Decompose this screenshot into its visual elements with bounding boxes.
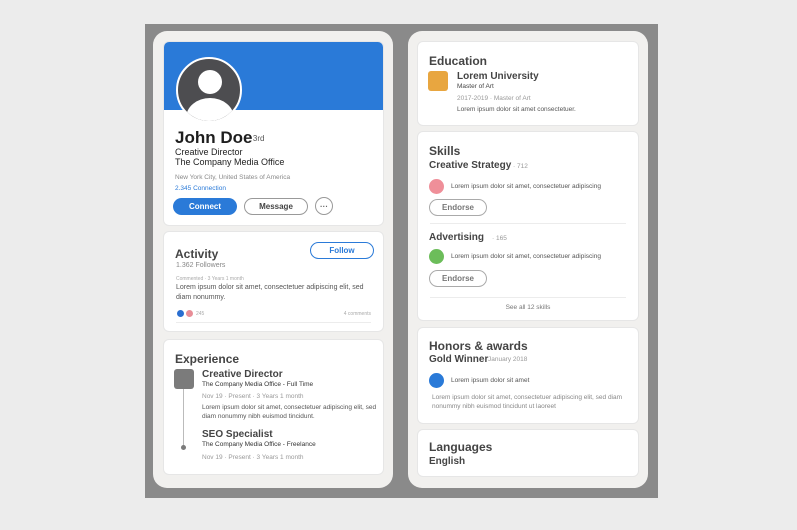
profile-location: New York City, United States of America <box>175 174 291 181</box>
follow-button[interactable]: Follow <box>310 242 374 259</box>
left-panel: John Doe · 3rd Creative Director The Com… <box>153 31 393 488</box>
job-title[interactable]: SEO Specialist <box>202 429 273 440</box>
skill-count: · 165 <box>492 235 507 242</box>
timeline-line <box>183 389 184 447</box>
experience-card: Experience Creative Director The Company… <box>163 339 384 475</box>
degree-name: Master of Art <box>457 83 494 90</box>
skill-name: Advertising <box>429 232 485 243</box>
skills-heading: Skills <box>429 144 461 158</box>
message-button[interactable]: Message <box>244 198 308 215</box>
comments-link[interactable]: 4 comments <box>344 311 371 317</box>
education-years: 2017-2019 · Master of Art <box>457 95 531 102</box>
school-name[interactable]: Lorem University <box>457 71 539 82</box>
profile-company: The Company Media Office <box>175 157 285 167</box>
skill-description: Lorem ipsum dolor sit amet, consectetuer… <box>451 253 601 260</box>
divider <box>430 297 626 298</box>
education-heading: Education <box>429 54 488 68</box>
school-logo-icon <box>428 71 448 91</box>
skill-description: Lorem ipsum dolor sit amet, consectetuer… <box>451 183 601 190</box>
avatar[interactable] <box>176 57 242 123</box>
endorse-button[interactable]: Endorse <box>429 199 487 216</box>
endorse-button[interactable]: Endorse <box>429 270 487 287</box>
avatar-body-icon <box>186 98 234 121</box>
activity-card: Activity 1.362 Followers Follow Commente… <box>163 231 384 332</box>
followers-count: 1.362 Followers <box>176 262 226 269</box>
job-date: Nov 19 · Present · 3 Years 1 month <box>202 454 304 461</box>
see-all-skills-link[interactable]: See all 12 skills <box>418 304 638 311</box>
more-options-button[interactable]: ··· <box>315 197 333 215</box>
award-issuer-icon <box>429 373 444 388</box>
love-reaction-icon <box>186 310 193 317</box>
profile-title: Creative Director <box>175 147 243 157</box>
right-panel: Education Lorem University Master of Art… <box>408 31 648 488</box>
timeline-dot-icon <box>181 445 186 450</box>
skill-name: Creative Strategy <box>429 160 512 171</box>
award-description: Lorem ipsum dolor sit amet, consectetuer… <box>432 394 623 410</box>
activity-meta: Commented · 3 Years 1 month <box>176 276 244 282</box>
education-card: Education Lorem University Master of Art… <box>417 41 639 126</box>
avatar-head-icon <box>198 70 222 94</box>
honors-heading: Honors & awards <box>429 339 528 353</box>
activity-heading: Activity <box>175 247 219 261</box>
connections-link[interactable]: 2.345 Connection <box>175 185 226 192</box>
like-reaction-icon <box>177 310 184 317</box>
skill-endorser-avatar-icon <box>429 179 444 194</box>
job-date: Nov 19 · Present · 3 Years 1 month <box>202 393 304 400</box>
award-issuer: Lorem ipsum dolor sit amet <box>451 377 530 384</box>
job-title[interactable]: Creative Director <box>202 369 283 380</box>
award-date: · January 2018 <box>484 356 528 363</box>
divider <box>430 223 626 224</box>
divider <box>176 322 371 323</box>
education-description: Lorem ipsum dolor sit amet consectetuer. <box>457 106 576 113</box>
award-name: Gold Winner <box>429 354 489 365</box>
skills-card: Skills Creative Strategy · 712 Lorem ips… <box>417 131 639 321</box>
profile-name: John Doe <box>175 128 253 147</box>
languages-heading: Languages <box>429 440 493 454</box>
activity-text[interactable]: Lorem ipsum dolor sit amet, consectetuer… <box>176 283 366 303</box>
company-logo-icon <box>174 369 194 389</box>
connection-degree: · 3rd <box>248 134 265 143</box>
honors-card: Honors & awards Gold Winner · January 20… <box>417 327 639 424</box>
connect-button[interactable]: Connect <box>173 198 237 215</box>
experience-heading: Experience <box>175 352 240 366</box>
profile-card: John Doe · 3rd Creative Director The Com… <box>163 41 384 226</box>
reaction-count[interactable]: 245 <box>196 311 204 317</box>
languages-card: Languages English <box>417 429 639 477</box>
job-company: The Company Media Office - Full Time <box>202 381 314 388</box>
language-item: English <box>429 456 466 467</box>
job-company: The Company Media Office - Freelance <box>202 441 316 448</box>
job-description: Lorem ipsum dolor sit amet, consectetuer… <box>202 404 377 420</box>
skill-count: · 712 <box>513 163 528 170</box>
skill-endorser-avatar-icon <box>429 249 444 264</box>
